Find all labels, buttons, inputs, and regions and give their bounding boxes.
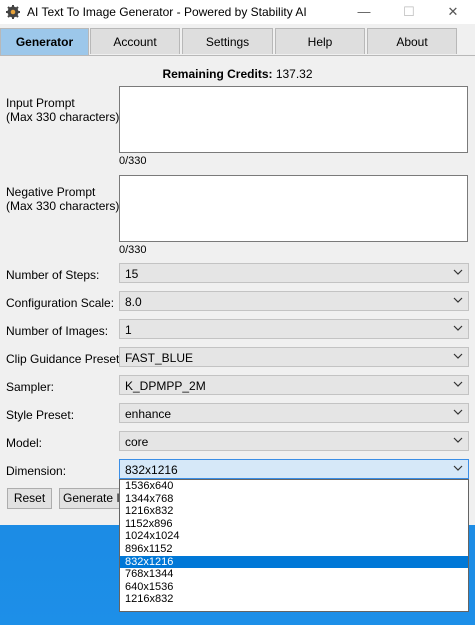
steps-label: Number of Steps: <box>6 268 100 282</box>
tab-account[interactable]: Account <box>90 28 180 54</box>
negative-prompt-textarea[interactable] <box>119 175 468 242</box>
title-bar: AI Text To Image Generator - Powered by … <box>0 0 475 24</box>
maximize-button[interactable]: ☐ <box>387 0 431 24</box>
input-prompt-textarea[interactable] <box>119 86 468 153</box>
chevron-down-icon <box>453 437 463 443</box>
clip-value: FAST_BLUE <box>125 351 194 365</box>
app-gear-icon <box>6 5 20 19</box>
sampler-select[interactable]: K_DPMPP_2M <box>119 375 469 395</box>
images-select[interactable]: 1 <box>119 319 469 339</box>
negative-prompt-label-line2: (Max 330 characters): <box>6 199 123 213</box>
style-label: Style Preset: <box>6 408 75 422</box>
dimension-option[interactable]: 1536x640 <box>120 480 468 493</box>
cfg-label: Configuration Scale: <box>6 296 115 310</box>
dimension-dropdown-list[interactable]: 1536x640 1344x768 1216x832 1152x896 1024x102… <box>119 479 469 612</box>
dimension-value: 832x1216 <box>125 463 178 477</box>
model-select[interactable]: core <box>119 431 469 451</box>
sampler-label: Sampler: <box>6 380 55 394</box>
remaining-credits: Remaining Credits: 137.32 <box>0 67 475 81</box>
input-prompt-counter: 0/330 <box>119 155 147 167</box>
close-button[interactable]: ✕ <box>431 0 475 24</box>
dimension-option[interactable]: 1152x896 <box>120 518 468 531</box>
steps-select[interactable]: 15 <box>119 263 469 283</box>
dimension-option[interactable]: 1216x832 <box>120 505 468 518</box>
images-label: Number of Images: <box>6 324 109 338</box>
style-select[interactable]: enhance <box>119 403 469 423</box>
tab-about[interactable]: About <box>367 28 457 54</box>
window-title: AI Text To Image Generator - Powered by … <box>27 5 307 19</box>
dimension-option[interactable]: 1024x1024 <box>120 530 468 543</box>
chevron-down-icon <box>453 409 463 415</box>
input-prompt-label-line2: (Max 330 characters): <box>6 110 123 124</box>
tab-settings[interactable]: Settings <box>182 28 273 54</box>
dimension-select[interactable]: 832x1216 <box>119 459 469 479</box>
tab-help[interactable]: Help <box>275 28 365 54</box>
chevron-down-icon <box>453 353 463 359</box>
chevron-down-icon <box>453 381 463 387</box>
credits-label: Remaining Credits: <box>162 67 273 81</box>
dimension-option[interactable]: 640x1536 <box>120 581 468 594</box>
chevron-down-icon <box>453 297 463 303</box>
input-prompt-label: Input Prompt (Max 330 characters): <box>6 96 123 124</box>
tab-bar: Generator Account Settings Help About <box>0 28 475 56</box>
dimension-option[interactable]: 896x1152 <box>120 543 468 556</box>
dimension-label: Dimension: <box>6 464 67 478</box>
reset-button[interactable]: Reset <box>7 488 52 509</box>
dimension-option[interactable]: 768x1344 <box>120 568 468 581</box>
app-window: AI Text To Image Generator - Powered by … <box>0 0 475 525</box>
cfg-value: 8.0 <box>125 295 142 309</box>
model-value: core <box>125 435 149 449</box>
chevron-down-icon <box>453 325 463 331</box>
credits-value: 137.32 <box>275 67 313 81</box>
clip-select[interactable]: FAST_BLUE <box>119 347 469 367</box>
generate-button[interactable]: Generate Im <box>59 488 121 509</box>
input-prompt-label-line1: Input Prompt <box>6 96 75 110</box>
tab-generator[interactable]: Generator <box>0 28 89 55</box>
steps-value: 15 <box>125 267 139 281</box>
tab-divider <box>0 55 475 56</box>
style-value: enhance <box>125 407 172 421</box>
cfg-select[interactable]: 8.0 <box>119 291 469 311</box>
negative-prompt-label: Negative Prompt (Max 330 characters): <box>6 185 123 213</box>
minimize-button[interactable]: — <box>342 0 386 24</box>
clip-label: Clip Guidance Preset: <box>6 352 123 366</box>
sampler-value: K_DPMPP_2M <box>125 379 206 393</box>
images-value: 1 <box>125 323 132 337</box>
dimension-option[interactable]: 1344x768 <box>120 493 468 506</box>
model-label: Model: <box>6 436 43 450</box>
negative-prompt-counter: 0/330 <box>119 244 147 256</box>
dimension-option[interactable]: 1216x832 <box>120 593 468 606</box>
chevron-down-icon <box>453 269 463 275</box>
dimension-option[interactable]: 832x1216 <box>120 555 468 569</box>
chevron-down-icon <box>453 465 463 471</box>
negative-prompt-label-line1: Negative Prompt <box>6 185 96 199</box>
